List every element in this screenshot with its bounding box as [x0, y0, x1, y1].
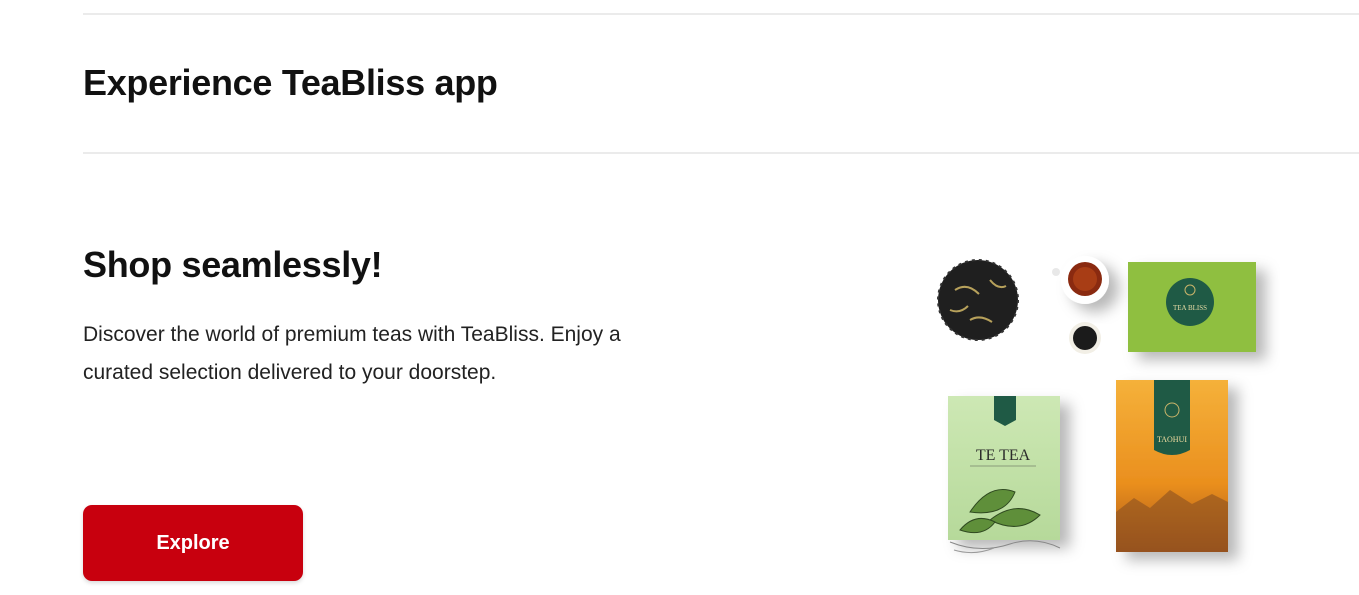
tea-bowl: [1069, 322, 1101, 354]
explore-button[interactable]: Explore: [83, 505, 303, 581]
section-title: Experience TeaBliss app: [83, 62, 498, 103]
promo-description: Discover the world of premium teas with …: [83, 323, 621, 384]
app-promo-page: Experience TeaBliss app Shop seamlessly!…: [0, 0, 1359, 595]
tea-products-illustration: TEA BLISS TE TEA TAOHUI: [937, 256, 1256, 554]
loose-tea-leaves: [937, 259, 1019, 341]
orange-box-label: TAOHUI: [1157, 435, 1187, 444]
small-box-label: TEA BLISS: [1173, 304, 1207, 312]
promo-title: Shop seamlessly!: [83, 244, 383, 285]
section-divider: [83, 152, 1359, 154]
green-box-label: TE TEA: [976, 447, 1031, 464]
tea-cup: [1052, 256, 1109, 304]
top-divider: [83, 13, 1359, 15]
